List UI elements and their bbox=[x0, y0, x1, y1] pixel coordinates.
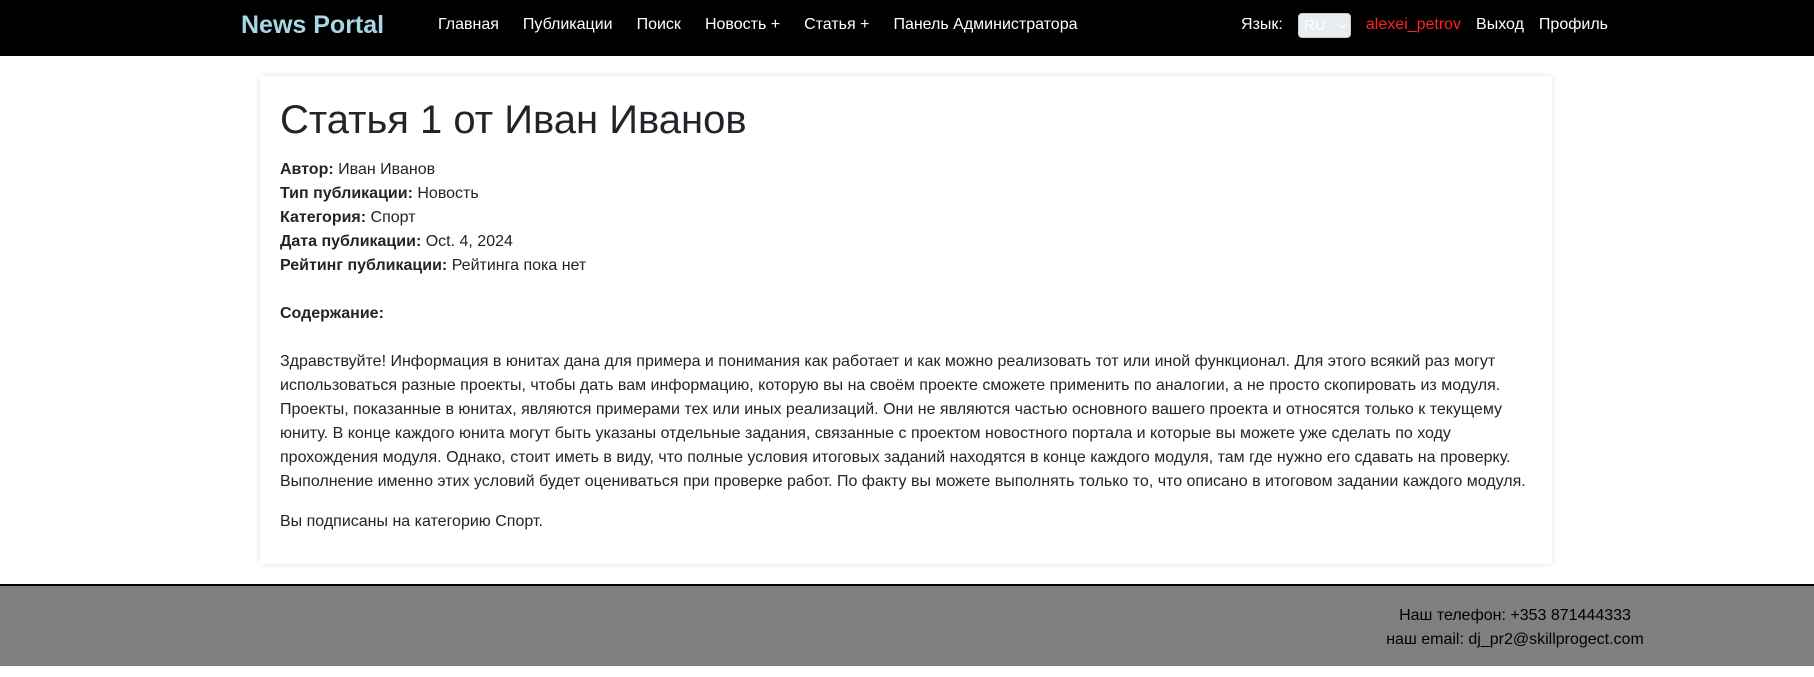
subscription-status: Вы подписаны на категорию Спорт. bbox=[280, 513, 543, 530]
meta-type: Тип публикации: Новость bbox=[280, 182, 1532, 206]
meta-rating: Рейтинг публикации: Рейтинга пока нет bbox=[280, 254, 1532, 278]
language-value: RU bbox=[1303, 16, 1326, 34]
meta-value: Новость bbox=[417, 185, 479, 202]
logout-link[interactable]: Выход bbox=[1476, 0, 1524, 50]
meta-author: Автор: Иван Иванов bbox=[280, 158, 1532, 182]
brand-logo[interactable]: News Portal bbox=[241, 9, 384, 41]
nav-link-publications[interactable]: Публикации bbox=[511, 0, 625, 50]
footer-email: наш email: dj_pr2@skillprogect.com bbox=[1386, 631, 1644, 648]
meta-label: Дата публикации: bbox=[280, 233, 422, 250]
top-navbar: News Portal Главная Публикации Поиск Нов… bbox=[0, 0, 1814, 56]
language-label: Язык: bbox=[1241, 16, 1283, 33]
meta-category: Категория: Спорт bbox=[280, 206, 1532, 230]
username-link[interactable]: alexei_petrov bbox=[1366, 16, 1461, 34]
nav-link-admin-panel[interactable]: Панель Администратора bbox=[881, 0, 1089, 50]
meta-value: Oct. 4, 2024 bbox=[425, 233, 513, 250]
meta-label: Автор: bbox=[280, 161, 334, 178]
content-label: Содержание: bbox=[280, 305, 384, 322]
footer-contacts: Наш телефон: +353 871444333 наш email: d… bbox=[1380, 604, 1650, 652]
nav-link-search[interactable]: Поиск bbox=[625, 0, 693, 50]
footer-phone: Наш телефон: +353 871444333 bbox=[1399, 607, 1631, 624]
profile-link[interactable]: Профиль bbox=[1539, 0, 1608, 50]
meta-label: Тип публикации: bbox=[280, 185, 413, 202]
meta-value: Иван Иванов bbox=[338, 161, 436, 178]
nav-right: Язык: RU alexei_petrov Выход Профиль bbox=[1241, 0, 1608, 50]
meta-value: Спорт bbox=[370, 209, 416, 226]
nav-link-add-news[interactable]: Новость + bbox=[693, 0, 792, 50]
meta-label: Рейтинг публикации: bbox=[280, 257, 448, 274]
chevron-down-icon bbox=[1337, 19, 1347, 28]
page-footer: Наш телефон: +353 871444333 наш email: d… bbox=[0, 584, 1814, 666]
article-card: Статья 1 от Иван Иванов Автор: Иван Иван… bbox=[260, 76, 1552, 564]
nav-links: Главная Публикации Поиск Новость + Стать… bbox=[426, 0, 1090, 50]
nav-link-add-article[interactable]: Статья + bbox=[792, 0, 881, 50]
language-select[interactable]: RU bbox=[1297, 12, 1351, 38]
article-content: Здравствуйте! Информация в юнитах дана д… bbox=[280, 353, 1526, 490]
meta-label: Категория: bbox=[280, 209, 367, 226]
nav-link-home[interactable]: Главная bbox=[426, 0, 511, 50]
article-title: Статья 1 от Иван Иванов bbox=[280, 98, 747, 142]
meta-value: Рейтинга пока нет bbox=[451, 257, 587, 274]
meta-date: Дата публикации: Oct. 4, 2024 bbox=[280, 230, 1532, 254]
